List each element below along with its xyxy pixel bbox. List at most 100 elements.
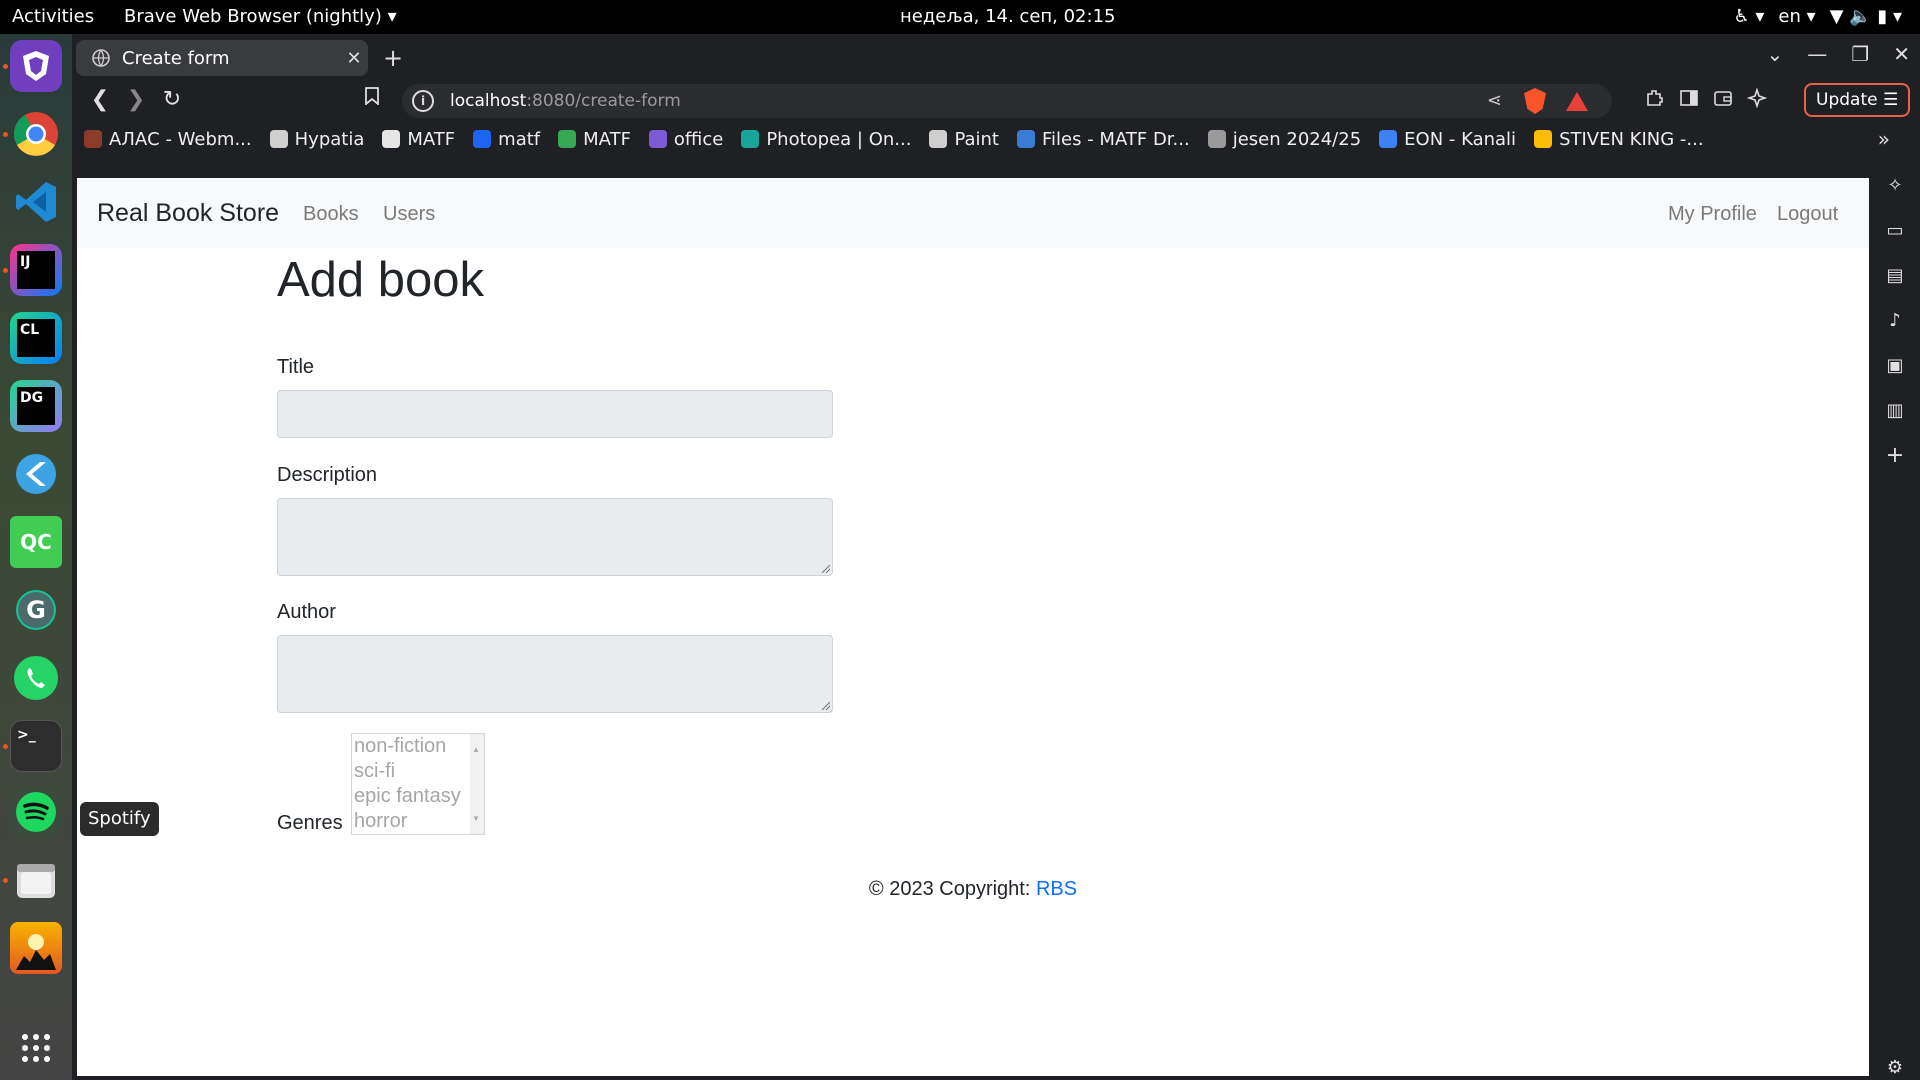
language-selector[interactable]: en ▾ [1778, 0, 1815, 34]
bookmark-item[interactable]: STIVEN KING -... [1534, 129, 1704, 150]
bookmark-favicon-icon [1379, 130, 1398, 148]
title-input[interactable] [277, 390, 833, 438]
extensions-icon[interactable] [1642, 88, 1668, 114]
back-icon[interactable]: ❮ [84, 84, 116, 116]
status-menu-icon[interactable]: ▼ 🔈 ▮ ▾ [1830, 0, 1902, 34]
genres-label: Genres [277, 812, 343, 834]
settings-gear-icon[interactable]: ⚙ [1883, 1056, 1907, 1080]
brave-nightly-icon[interactable] [10, 40, 62, 92]
tab-create-form[interactable]: Create form ✕ [76, 40, 368, 76]
bookmark-item[interactable]: matf [473, 129, 540, 150]
close-window-icon[interactable]: ✕ [1893, 42, 1910, 66]
wallet-sidebar-icon[interactable]: ▤ [1883, 264, 1907, 288]
nav-users-link[interactable]: Users [383, 178, 435, 250]
bookmark-item[interactable]: Files - MATF Dr... [1016, 129, 1190, 150]
datagrip-icon[interactable]: DG [10, 380, 62, 432]
system-tray[interactable]: ♿ ▾ en ▾ ▼ 🔈 ▮ ▾ [1733, 0, 1902, 34]
genre-option[interactable]: epic fantasy [354, 784, 484, 809]
music-icon[interactable]: ♪ [1883, 309, 1907, 333]
wallet-icon[interactable] [1710, 88, 1736, 114]
reload-icon[interactable]: ↻ [156, 84, 188, 116]
author-textarea[interactable] [277, 635, 833, 713]
bookmark-item[interactable]: office [648, 128, 724, 150]
flutter-icon[interactable] [10, 448, 62, 500]
footer-rbs-link[interactable]: RBS [1036, 878, 1077, 900]
bookmark-item[interactable]: Photopea | On... [741, 129, 911, 150]
site-info-icon[interactable]: i [412, 90, 434, 112]
bookmark-favicon-icon [741, 130, 760, 148]
bookmarks-bar: АЛАС - Webm... Hypatia MATF matf MATF office P… [72, 122, 1920, 156]
browser-window: Create form ✕ + ⌄ — ❐ ✕ ❮ ❯ ↻ i localhos… [72, 34, 1920, 1080]
talk-icon[interactable]: ▭ [1883, 219, 1907, 243]
forward-icon[interactable]: ❯ [120, 84, 152, 116]
bookmark-item[interactable]: Paint [929, 129, 999, 150]
bookmark-favicon-icon [558, 130, 577, 148]
activities-button[interactable]: Activities [12, 0, 94, 34]
address-bar[interactable]: i localhost:8080/create-form ⋖ [402, 84, 1612, 118]
spotify-icon[interactable] [10, 786, 62, 838]
bookmark-icon[interactable] [356, 84, 388, 116]
bookmark-item[interactable]: MATF [382, 129, 455, 150]
sidebar-toggle-icon[interactable] [1676, 88, 1702, 114]
bookmark-label: Hypatia [294, 128, 365, 150]
resize-handle-icon[interactable] [822, 702, 830, 710]
qtcreator-icon[interactable]: QC [10, 516, 62, 568]
page-title: Add book [277, 253, 485, 307]
bookmark-label: office [673, 128, 724, 150]
vscode-icon[interactable] [10, 176, 62, 228]
bookmarks-overflow-icon[interactable]: » [1878, 122, 1890, 156]
brave-rewards-icon[interactable] [1566, 92, 1588, 111]
description-textarea[interactable] [277, 498, 833, 576]
tab-close-icon[interactable]: ✕ [340, 48, 368, 69]
bookmark-item[interactable]: Hypatia [269, 128, 365, 150]
files-icon[interactable] [10, 854, 62, 906]
new-tab-button[interactable]: + [378, 44, 408, 72]
chrome-icon[interactable] [10, 108, 62, 160]
nav-logout-link[interactable]: Logout [1777, 178, 1838, 250]
tab-list-icon[interactable]: ⌄ [1767, 42, 1784, 66]
nav-books-link[interactable]: Books [303, 178, 359, 250]
url-text[interactable]: localhost:8080/create-form [450, 84, 681, 118]
brave-shields-icon[interactable] [1524, 88, 1546, 114]
app-grid-icon[interactable] [10, 1022, 62, 1074]
whatsapp-icon[interactable] [10, 652, 62, 704]
clock[interactable]: недеља, 14. сеп, 02:15 [900, 0, 1115, 34]
bookmark-item[interactable]: jesen 2024/25 [1207, 128, 1362, 150]
share-icon[interactable]: ⋖ [1487, 90, 1502, 111]
add-sidebar-icon[interactable]: + [1883, 444, 1907, 468]
clion-icon[interactable]: CL [10, 312, 62, 364]
bookmark-label: jesen 2024/25 [1232, 128, 1362, 150]
bookmarks-sidebar-icon[interactable]: ▣ [1883, 354, 1907, 378]
scroll-down-icon[interactable]: ▼ [472, 806, 480, 831]
genres-scrollbar[interactable]: ▲ ▼ [470, 734, 484, 834]
bookmark-label: MATF [407, 128, 456, 150]
reading-list-icon[interactable]: ▥ [1883, 399, 1907, 423]
terminal-icon[interactable]: >_ [10, 720, 62, 772]
leo-sidebar-icon[interactable]: ✧ [1883, 174, 1907, 198]
bookmark-favicon-icon [648, 130, 667, 148]
genre-option[interactable]: sci-fi [354, 759, 484, 784]
minimize-icon[interactable]: — [1807, 42, 1827, 66]
leo-ai-icon[interactable] [1744, 87, 1770, 114]
bookmark-label: EON - Kanali [1404, 128, 1517, 150]
app-menu[interactable]: Brave Web Browser (nightly) ▾ [124, 0, 397, 34]
grammarly-icon[interactable]: G [10, 584, 62, 636]
update-button[interactable]: Update ☰ [1804, 83, 1910, 117]
genres-multiselect[interactable]: non-fiction sci-fi epic fantasy horror ▲… [351, 733, 485, 835]
restore-icon[interactable]: ❐ [1851, 42, 1869, 66]
browser-toolbar: ❮ ❯ ↻ i localhost:8080/create-form ⋖ Upd… [72, 80, 1920, 122]
bookmark-favicon-icon [473, 130, 492, 148]
bookmark-item[interactable]: АЛАС - Webm... [84, 129, 252, 150]
accessibility-icon[interactable]: ♿ ▾ [1733, 0, 1764, 34]
game-icon[interactable] [10, 922, 62, 974]
site-brand[interactable]: Real Book Store [97, 178, 279, 248]
resize-handle-icon[interactable] [822, 565, 830, 573]
nav-my-profile-link[interactable]: My Profile [1668, 178, 1757, 250]
genre-option[interactable]: non-fiction [354, 734, 484, 759]
intellij-icon[interactable]: IJ [10, 244, 62, 296]
scroll-up-icon[interactable]: ▲ [472, 737, 480, 762]
bookmark-item[interactable]: MATF [558, 129, 631, 150]
genre-option[interactable]: horror [354, 809, 484, 834]
bookmark-item[interactable]: EON - Kanali [1379, 129, 1516, 150]
bookmark-label: АЛАС - Webm... [109, 128, 252, 150]
